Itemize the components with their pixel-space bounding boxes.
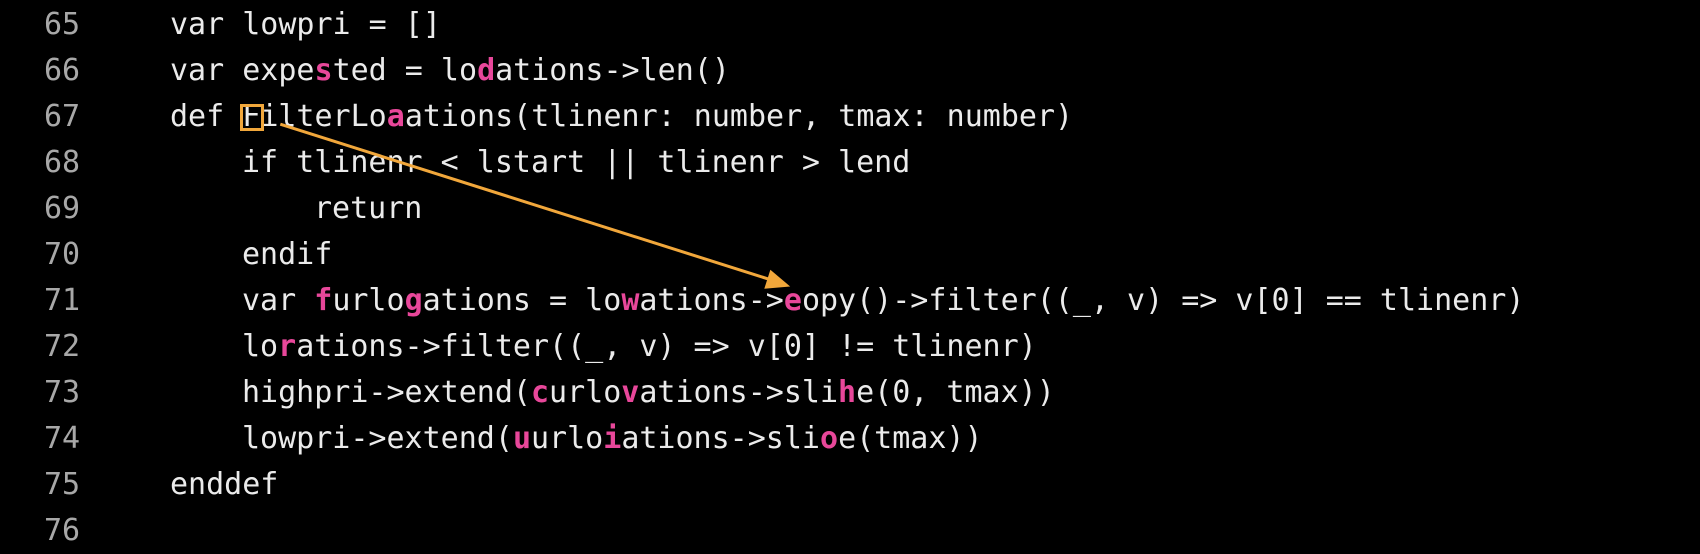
jump-arrow-overlay [279,122,791,289]
cursor-box [240,104,265,131]
jump-arrow-line [279,122,777,283]
jump-arrow-head [764,269,791,289]
